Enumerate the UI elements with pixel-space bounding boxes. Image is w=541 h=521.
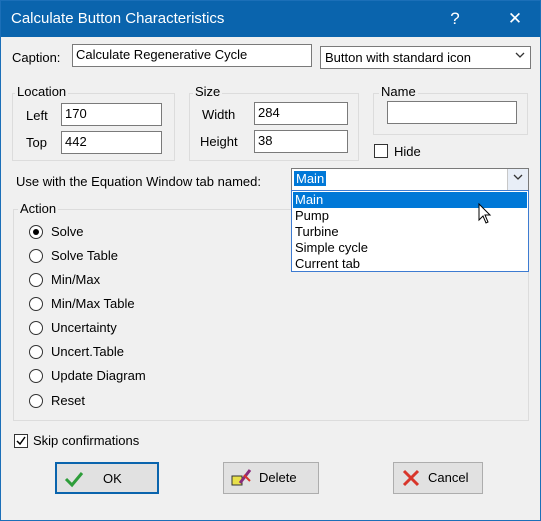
tab-label: Use with the Equation Window tab named: — [16, 174, 261, 189]
radio-label: Reset — [51, 393, 85, 408]
dropdown-item-turbine[interactable]: Turbine — [293, 224, 527, 240]
delete-label: Delete — [259, 470, 297, 485]
width-input[interactable]: 284 — [254, 102, 348, 125]
left-input[interactable]: 170 — [61, 103, 162, 126]
tab-select-value: Main — [294, 171, 327, 186]
dropdown-item-current-tab[interactable]: Current tab — [293, 256, 527, 272]
name-input[interactable] — [387, 101, 517, 124]
height-input[interactable]: 38 — [254, 130, 348, 153]
cancel-button[interactable]: Cancel — [393, 462, 483, 494]
hide-checkbox[interactable] — [374, 144, 388, 158]
skip-confirmations-label: Skip confirmations — [33, 433, 140, 448]
icon-style-select[interactable]: Button with standard icon — [320, 46, 531, 69]
radio-label: Uncertainty — [51, 320, 117, 335]
location-title: Location — [15, 84, 69, 99]
close-button[interactable]: ✕ — [492, 1, 538, 37]
radio-label: Solve — [51, 224, 84, 239]
top-input[interactable]: 442 — [61, 131, 162, 154]
tab-select[interactable]: Main — [291, 168, 529, 191]
cancel-label: Cancel — [428, 470, 469, 485]
radio-label: Uncert.Table — [51, 344, 124, 359]
skip-confirmations-checkbox[interactable] — [14, 434, 28, 448]
window-title: Calculate Button Characteristics — [11, 10, 225, 27]
ok-button[interactable]: OK — [55, 462, 159, 494]
tab-dropdown-list: Main Pump Turbine Simple cycle Current t… — [291, 190, 529, 272]
caption-label: Caption: — [12, 50, 61, 65]
cancel-x-icon — [402, 469, 420, 487]
check-icon — [64, 472, 84, 488]
mouse-cursor-icon — [478, 203, 492, 224]
dropdown-item-simple-cycle[interactable]: Simple cycle — [293, 240, 527, 256]
name-title: Name — [379, 84, 418, 99]
icon-style-value: Button with standard icon — [325, 50, 471, 65]
help-button[interactable]: ? — [432, 1, 478, 37]
checkmark-icon — [16, 436, 26, 446]
radio-label: Solve Table — [51, 248, 118, 263]
radio-label: Update Diagram — [51, 368, 146, 383]
radio-label: Min/Max — [51, 272, 101, 287]
width-label: Width — [202, 107, 236, 122]
delete-button[interactable]: Delete — [223, 462, 319, 494]
left-label: Left — [26, 108, 48, 123]
chevron-down-icon — [510, 47, 530, 68]
action-title: Action — [18, 201, 59, 216]
eraser-icon — [231, 469, 252, 486]
chevron-down-icon[interactable] — [507, 169, 528, 190]
title-bar: Calculate Button Characteristics ? ✕ — [1, 1, 540, 37]
dialog-window: Calculate Button Characteristics ? ✕ Cap… — [0, 0, 541, 521]
radio-selected-dot — [33, 229, 39, 235]
caption-input[interactable]: Calculate Regenerative Cycle — [72, 44, 312, 67]
size-title: Size — [193, 84, 223, 99]
radio-label: Min/Max Table — [51, 296, 135, 311]
ok-label: OK — [103, 471, 122, 486]
height-label: Height — [200, 134, 238, 149]
hide-label: Hide — [394, 144, 421, 159]
top-label: Top — [26, 135, 47, 150]
